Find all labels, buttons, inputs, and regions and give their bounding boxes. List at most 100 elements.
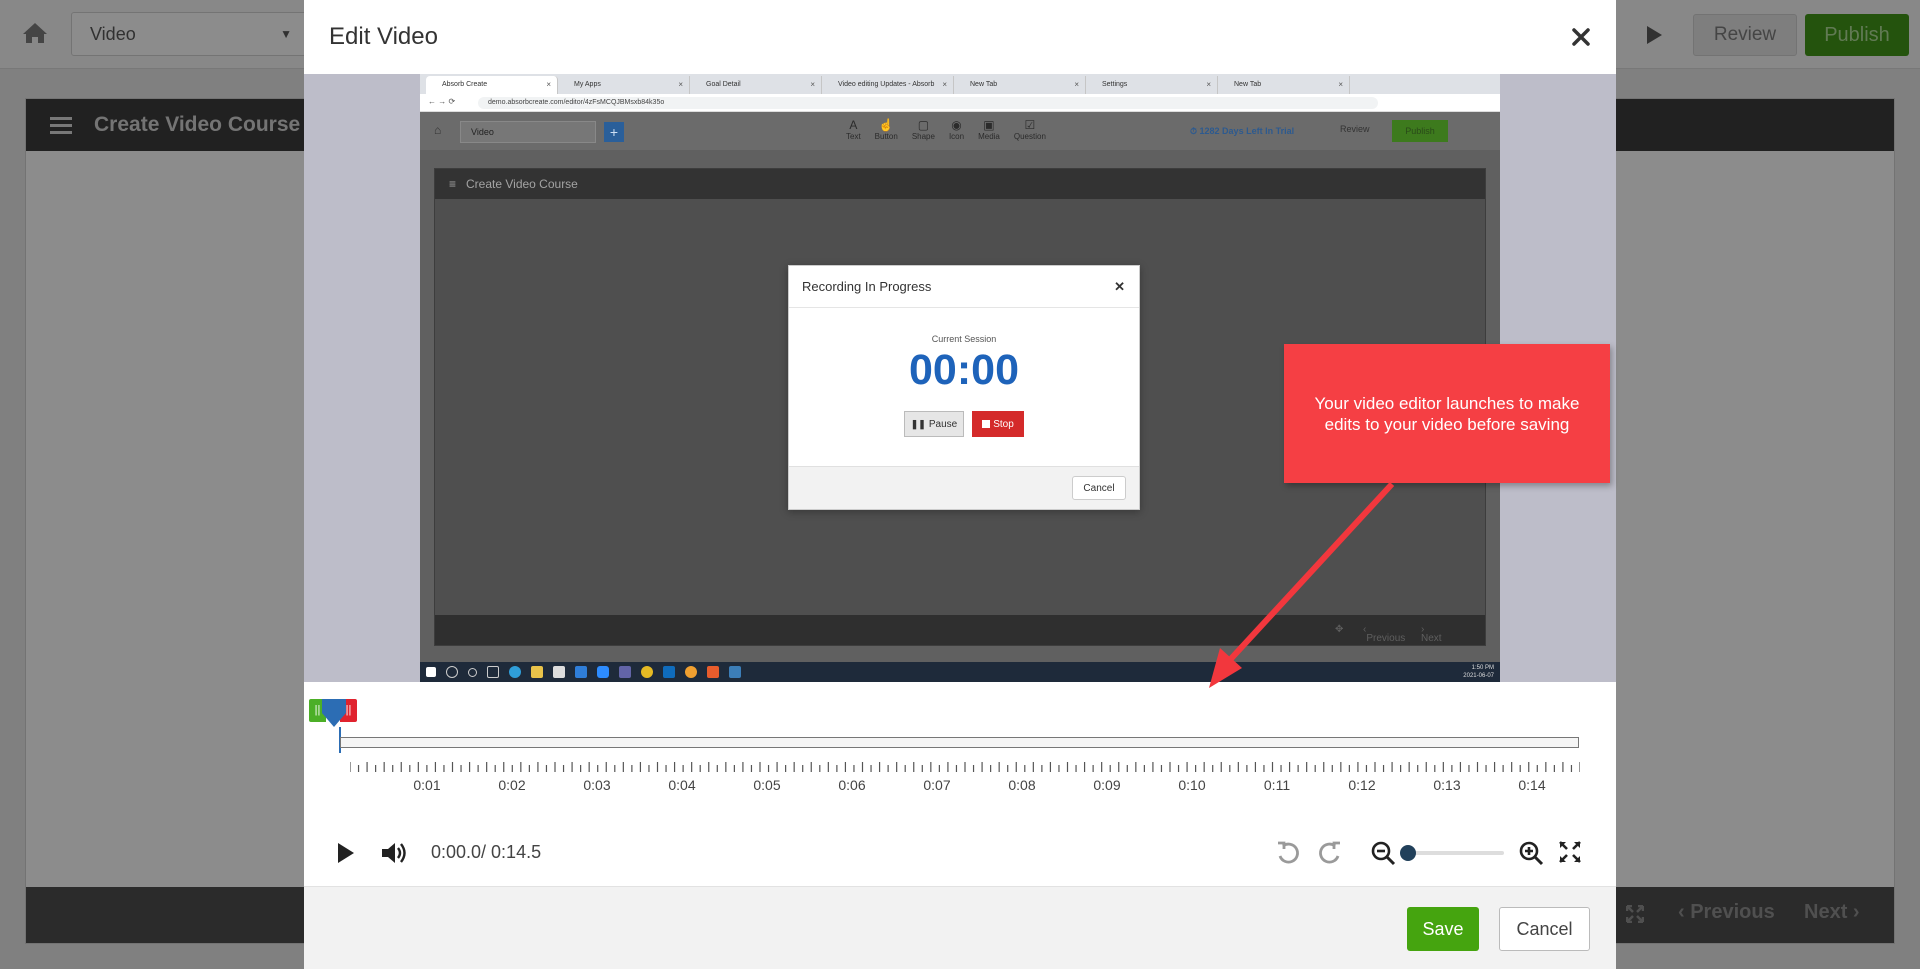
search-icon — [446, 666, 458, 678]
video-browser-tab: New Tab × — [1218, 76, 1350, 94]
recording-stop-button: Stop — [972, 411, 1024, 437]
recording-session-label: Current Session — [931, 334, 997, 344]
video-browser-tab: Video editing Updates - Absorb × — [822, 76, 954, 94]
edge-icon — [509, 666, 521, 678]
tab-close-icon: × — [546, 80, 551, 89]
timeline-tick-label: 0:08 — [1008, 777, 1036, 793]
button-icon: ☝ — [878, 118, 894, 132]
playhead-marker[interactable] — [319, 699, 349, 729]
modal-header: Edit Video — [304, 0, 1616, 74]
recording-cancel-button: Cancel — [1072, 476, 1126, 500]
recording-close-icon: ✕ — [1114, 279, 1125, 294]
tab-close-icon: × — [810, 80, 815, 89]
video-prev-text: Previous — [1366, 633, 1406, 644]
recording-pause-button: ❚❚ Pause — [904, 411, 964, 437]
mail-icon — [575, 666, 587, 678]
chrome-icon — [641, 666, 653, 678]
video-nav-icons: ← → ⟳ — [428, 97, 456, 106]
recording-timer: 00:00 — [909, 346, 1019, 394]
timeline-track[interactable] — [340, 737, 1579, 748]
video-expand-icon: ✥ — [1335, 624, 1344, 635]
video-browser-tab: Settings × — [1086, 76, 1218, 94]
shape-icon: ▢ — [917, 118, 930, 132]
play-icon[interactable] — [332, 840, 358, 866]
video-url: demo.absorbcreate.com/editor/4zFsMCQJBMs… — [478, 97, 1378, 109]
video-tab-label: My Apps — [574, 81, 601, 88]
cancel-button[interactable]: Cancel — [1499, 907, 1590, 951]
tab-close-icon: × — [1206, 80, 1211, 89]
fullscreen-icon[interactable] — [1558, 840, 1582, 864]
video-tab-label: New Tab — [1234, 81, 1262, 88]
callout-text: Your video editor launches to make edits… — [1314, 394, 1580, 434]
video-tab-label: Absorb Create — [442, 81, 488, 88]
store-icon — [553, 666, 565, 678]
tab-close-icon: × — [1338, 80, 1343, 89]
video-tool-label: Button — [874, 132, 898, 141]
video-tab-label: Video editing Updates - Absorb — [838, 81, 935, 88]
zoom-slider-handle[interactable] — [1400, 845, 1416, 861]
tab-close-icon: × — [678, 80, 683, 89]
edit-video-modal: Edit Video Absorb Create × My Apps × Goal … — [304, 0, 1616, 969]
video-trial-text: ⏱ 1282 Days Left In Trial — [1190, 126, 1295, 136]
video-tool-label: Text — [846, 132, 861, 141]
timeline-tick-label: 0:13 — [1433, 777, 1461, 793]
timeline-tick-label: 0:02 — [498, 777, 526, 793]
zoom-out-icon[interactable] — [1370, 840, 1396, 866]
video-browser-tab: Absorb Create × — [426, 76, 558, 94]
video-tool-shape: ▢ Shape — [912, 118, 935, 141]
tab-close-icon: × — [1074, 80, 1079, 89]
video-trial-label: 1282 Days Left In Trial — [1199, 126, 1295, 136]
timeline-tick-label: 0:07 — [923, 777, 951, 793]
video-tool-media: ▣ Media — [978, 118, 1000, 141]
timeline-tick-label: 0:09 — [1093, 777, 1121, 793]
video-tool-label: Icon — [948, 132, 965, 141]
recording-dialog-title: Recording In Progress — [802, 279, 932, 294]
video-next-text: Next — [1421, 633, 1442, 644]
video-tool-label: Media — [978, 132, 1000, 141]
zoom-in-icon[interactable] — [1518, 840, 1544, 866]
video-browser-tabs: Absorb Create × My Apps × Goal Detail × Vid… — [420, 74, 1500, 94]
recording-dialog: Recording In Progress ✕ Current Session … — [788, 265, 1140, 510]
playback-controls: 0:00.0/ 0:14.5 — [304, 822, 1616, 884]
snagit-icon — [707, 666, 719, 678]
video-tool-text: A Text — [846, 118, 861, 141]
tab-close-icon: × — [942, 80, 947, 89]
modal-footer: Save Cancel — [304, 886, 1616, 969]
teams-icon — [619, 666, 631, 678]
undo-icon[interactable] — [1275, 840, 1301, 866]
video-editor-toolbar: ⌂ Video + A Text ☝ Button ▢ Shape ◉ Icon ▣ Me… — [420, 112, 1500, 150]
video-tab-label: New Tab — [970, 81, 998, 88]
video-clock-date: 2021-06-07 — [1463, 673, 1494, 679]
folder-icon — [531, 666, 543, 678]
zoom-slider-track[interactable] — [1404, 851, 1504, 855]
tutorial-callout: Your video editor launches to make edits… — [1284, 344, 1610, 483]
volume-icon[interactable] — [379, 839, 409, 867]
timeline-tick-label: 0:01 — [413, 777, 441, 793]
video-review-label: Review — [1340, 124, 1370, 134]
video-clock-time: 1:50 PM — [1471, 665, 1494, 671]
recording-dialog-header: Recording In Progress ✕ — [789, 266, 1139, 308]
video-tool-group: A Text ☝ Button ▢ Shape ◉ Icon ▣ Media ☑ Quest… — [846, 118, 1046, 141]
video-clock: 1:50 PM 2021-06-07 — [1463, 664, 1494, 680]
timeline-tick-label: 0:14 — [1518, 777, 1546, 793]
timeline-ticks — [350, 762, 1580, 772]
video-tool-label: Question — [1013, 132, 1046, 141]
zoom-icon — [597, 666, 609, 678]
modal-close-button[interactable] — [1566, 22, 1596, 52]
video-taskbar: 1:50 PM 2021-06-07 — [420, 662, 1500, 682]
question-icon: ☑ — [1024, 118, 1036, 132]
redo-icon[interactable] — [1317, 840, 1343, 866]
icon-icon: ◉ — [951, 118, 962, 132]
timeline-tick-label: 0:05 — [753, 777, 781, 793]
cortana-icon — [468, 667, 477, 677]
video-next-label: Next › — [1421, 624, 1442, 644]
video-course-footer: ✥ ‹ Previous Next › — [435, 615, 1485, 645]
timeline-tick-label: 0:04 — [668, 777, 696, 793]
video-publish-label: Publish — [1392, 120, 1448, 142]
video-browser-tab: New Tab × — [954, 76, 1086, 94]
video-tool-question: ☑ Question — [1014, 118, 1046, 141]
video-browser-tab: Goal Detail × — [690, 76, 822, 94]
video-home-icon: ⌂ — [434, 123, 442, 137]
video-address-bar: ← → ⟳ demo.absorbcreate.com/editor/4zFsM… — [420, 94, 1500, 112]
save-button[interactable]: Save — [1407, 907, 1479, 951]
